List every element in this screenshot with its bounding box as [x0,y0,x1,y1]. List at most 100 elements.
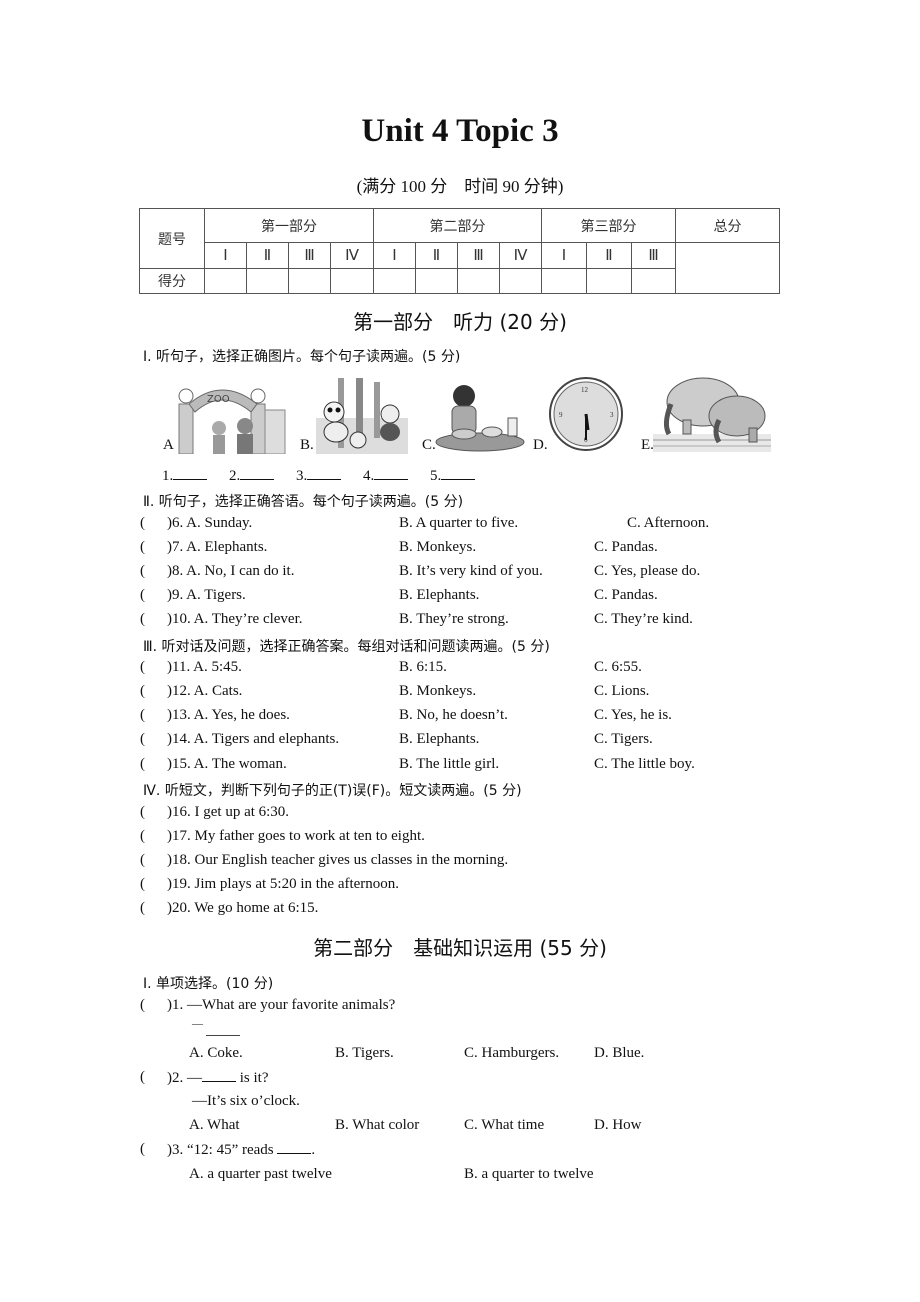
reply-line: —It’s six o’clock. [192,1093,300,1109]
svg-text:ZOO: ZOO [207,394,230,405]
question-stem: )3. “12: 45” reads . [167,1141,316,1158]
option-c: C. Afternoon. [627,515,710,531]
score-cell[interactable] [373,268,416,294]
answer-paren[interactable]: ( [140,683,145,700]
option-c: C. The little boy. [594,756,695,772]
option-a: A. a quarter past twelve [189,1166,332,1182]
option-d: D. Blue. [594,1045,645,1061]
option-c: C. What time [464,1117,545,1133]
boy-eating-picture [435,385,525,452]
answer-paren[interactable]: ( [140,1069,145,1086]
option-b: B. Elephants. [399,731,480,747]
score-cell[interactable] [330,268,374,294]
answer-blank-3[interactable]: 3. [296,468,342,484]
svg-text:9: 9 [559,411,563,419]
score-cell[interactable] [586,268,632,294]
option-c: C. Lions. [594,683,650,699]
p1-section2-instruction: Ⅱ. 听句子，选择正确答语。每个句子读两遍。(5 分) [143,494,464,510]
option-d: D. How [594,1117,642,1133]
option-b: B. They’re strong. [399,611,509,627]
svg-text:3: 3 [610,411,614,419]
answer-paren[interactable]: ( [140,611,145,628]
elephants-picture [653,377,771,452]
answer-paren[interactable]: ( [140,804,145,821]
statement-18: )18. Our English teacher gives us classe… [167,852,509,868]
question-6: )6. A. Sunday. [167,515,253,531]
answer-blank[interactable] [202,1069,236,1082]
answer-paren[interactable]: ( [140,539,145,556]
option-c: C. Yes, he is. [594,707,672,723]
row-header-label: 题号 [139,208,205,269]
svg-text:12: 12 [581,386,589,394]
option-b: B. It’s very kind of you. [399,563,543,579]
question-10: )10. A. They’re clever. [167,611,303,627]
score-cell[interactable] [631,268,676,294]
answer-paren[interactable]: ( [140,1141,145,1158]
option-b: B. A quarter to five. [399,515,519,531]
answer-blank-2[interactable]: 2. [229,468,275,484]
picture-label-e: E. [641,437,654,453]
col-p2-3: Ⅲ [457,242,500,269]
answer-paren[interactable]: ( [140,756,145,773]
option-b: B. What color [335,1117,420,1133]
part1-header: 第一部分 [204,208,374,243]
answer-blank-1[interactable]: 1. [162,468,208,484]
pandas-picture [316,378,408,454]
score-cell[interactable] [246,268,289,294]
answer-blank[interactable] [206,1034,240,1036]
question-7: )7. A. Elephants. [167,539,268,555]
score-table: 题号 第一部分 第二部分 第三部分 总分 Ⅰ Ⅱ Ⅲ Ⅳ Ⅰ Ⅱ Ⅲ Ⅳ Ⅰ Ⅱ… [139,208,780,294]
answer-paren[interactable]: ( [140,900,145,917]
question-12: )12. A. Cats. [167,683,243,699]
col-p3-1: Ⅰ [541,242,587,269]
part3-header: 第三部分 [541,208,676,243]
col-p2-1: Ⅰ [373,242,416,269]
answer-paren[interactable]: ( [140,587,145,604]
total-score-cell[interactable] [675,242,780,294]
answer-blank-4[interactable]: 4. [363,468,409,484]
question-15: )15. A. The woman. [167,756,287,772]
answer-paren[interactable]: ( [140,876,145,893]
answer-blank-5[interactable]: 5. [430,468,476,484]
clock-picture: 12 3 6 9 [549,377,623,451]
answer-paren[interactable]: ( [140,828,145,845]
answer-paren[interactable]: ( [140,659,145,676]
answer-paren[interactable]: ( [140,997,145,1014]
score-cell[interactable] [204,268,247,294]
score-cell[interactable] [288,268,331,294]
score-cell[interactable] [415,268,458,294]
question-11: )11. A. 5:45. [167,659,242,675]
option-b: B. Elephants. [399,587,480,603]
total-header: 总分 [675,208,780,243]
statement-20: )20. We go home at 6:15. [167,900,319,916]
score-cell[interactable] [499,268,542,294]
picture-label-d: D. [533,437,548,453]
col-p3-3: Ⅲ [631,242,676,269]
option-b: B. Tigers. [335,1045,394,1061]
option-b: B. a quarter to twelve [464,1166,594,1182]
answer-blanks: 1. 2. 3. 4. 5. [162,467,476,485]
question-13: )13. A. Yes, he does. [167,707,290,723]
col-p2-2: Ⅱ [415,242,458,269]
answer-paren[interactable]: ( [140,731,145,748]
answer-paren[interactable]: ( [140,707,145,724]
picture-label-b: B. [300,437,314,453]
option-a: A. Coke. [189,1045,243,1061]
option-b: B. 6:15. [399,659,447,675]
answer-blank[interactable] [277,1141,312,1154]
answer-paren[interactable]: ( [140,515,145,532]
answer-paren[interactable]: ( [140,852,145,869]
answer-paren[interactable]: ( [140,563,145,580]
part2-heading: 第二部分 基础知识运用 (55 分) [313,936,607,960]
score-cell[interactable] [541,268,587,294]
question-stem: )1. —What are your favorite animals? [167,997,396,1013]
question-stem: )2. — is it? [167,1069,269,1086]
col-p3-2: Ⅱ [586,242,632,269]
option-c: C. They’re kind. [594,611,693,627]
option-c: C. Yes, please do. [594,563,701,579]
score-cell[interactable] [457,268,500,294]
option-c: C. Pandas. [594,539,658,555]
option-c: C. 6:55. [594,659,642,675]
question-14: )14. A. Tigers and elephants. [167,731,340,747]
option-b: B. The little girl. [399,756,500,772]
